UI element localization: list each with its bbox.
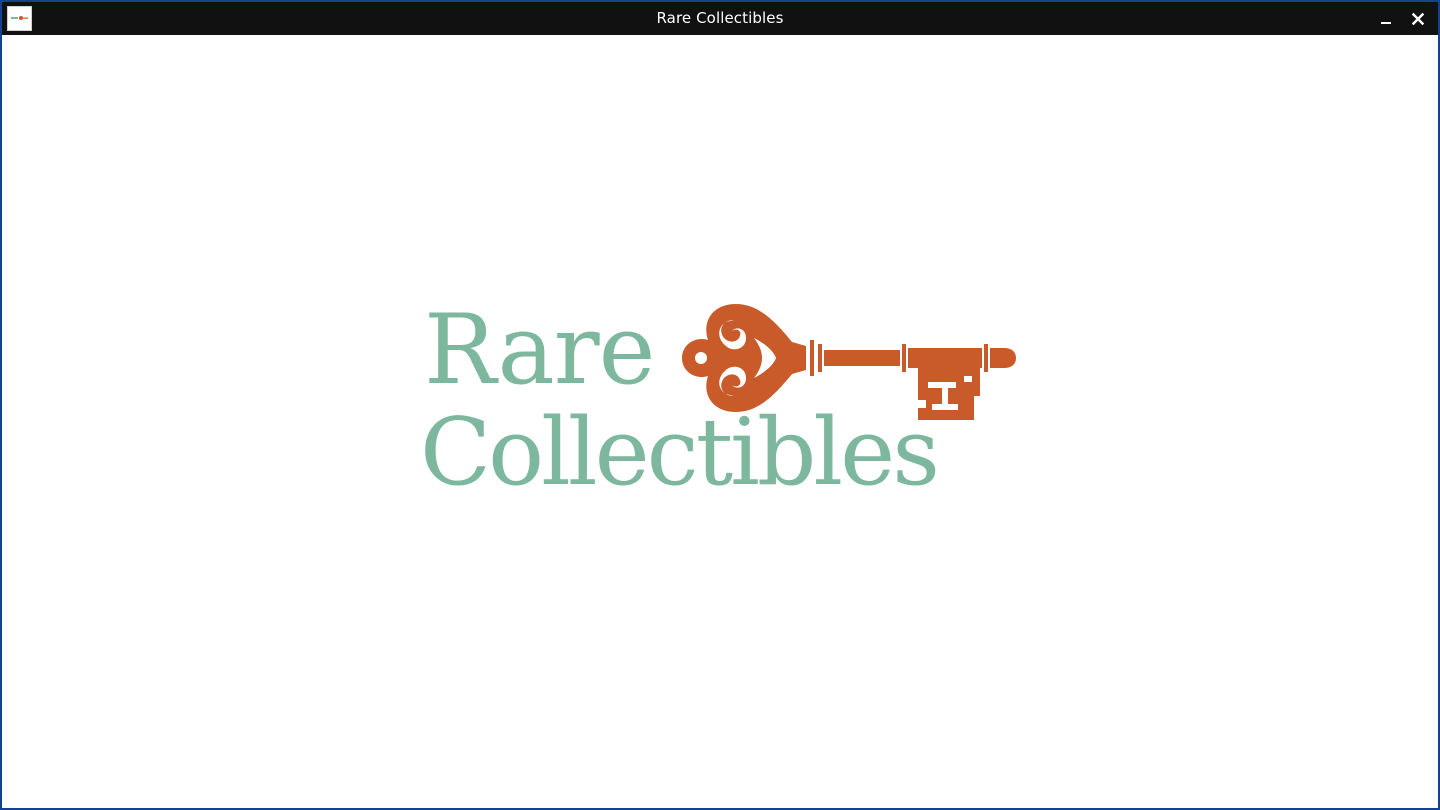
rare-collectibles-logo: Rare Collectibles: [412, 290, 1032, 525]
close-icon: [1411, 12, 1425, 25]
key-icon: [682, 304, 1016, 420]
window-title: Rare Collectibles: [656, 9, 784, 27]
minimize-button[interactable]: [1370, 2, 1402, 35]
splash-content: Rare Collectibles: [2, 35, 1438, 808]
close-button[interactable]: [1402, 2, 1434, 35]
app-window: Rare Collectibles Rare Collectibles: [0, 0, 1440, 810]
minimize-icon: [1381, 21, 1391, 24]
title-bar[interactable]: Rare Collectibles: [2, 2, 1438, 35]
